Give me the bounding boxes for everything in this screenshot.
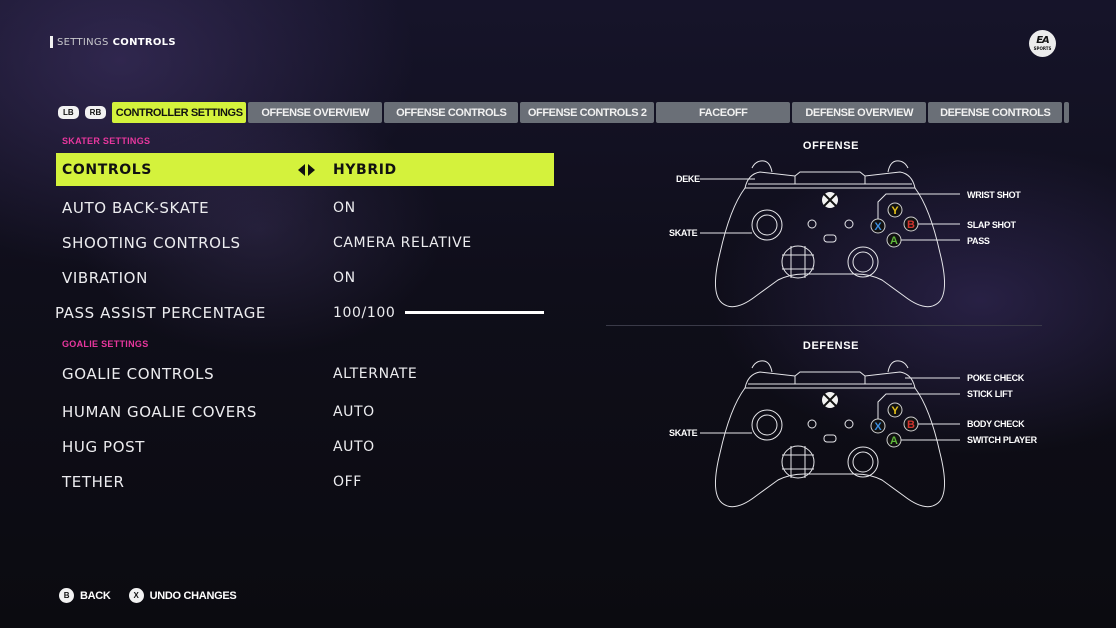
setting-label: TETHER [62,472,125,491]
breadcrumb: SETTINGS CONTROLS [50,36,176,48]
tab-defense-overview[interactable]: DEFENSE OVERVIEW [792,102,927,123]
tab-bar: LB RB CONTROLLER SETTINGS OFFENSE OVERVI… [58,102,1071,123]
b-button-icon: B [903,416,919,432]
setting-row-tether[interactable]: TETHER OFF [56,465,554,498]
a-button-icon: A [886,432,902,448]
rb-bumper-button[interactable]: RB [84,106,107,119]
svg-text:Y: Y [891,205,899,217]
x-button-icon: X [128,588,144,603]
setting-row-pass-assist[interactable]: PASS ASSIST PERCENTAGE 100/100 [56,296,554,329]
breadcrumb-settings[interactable]: SETTINGS [57,37,109,48]
button-hints: B BACK X UNDO CHANGES [59,588,237,603]
setting-value: OFF [333,473,362,490]
offense-diagram-title: OFFENSE [802,140,860,152]
y-button-icon: Y [887,202,903,218]
offense-controller-diagram: Y X B A [700,160,960,308]
callout-poke-check: POKE CHECK [967,373,1025,383]
slider-fill [405,311,544,314]
tab-offense-overview[interactable]: OFFENSE OVERVIEW [248,102,383,123]
b-button-icon: B [59,588,74,603]
callout-skate-defense: SKATE [669,428,698,438]
setting-row-human-goalie-covers[interactable]: HUMAN GOALIE COVERS AUTO [56,395,554,428]
callout-lines [700,377,960,441]
svg-text:X: X [874,221,882,233]
setting-value: 100/100 [333,304,396,321]
callout-stick-lift: STICK LIFT [967,389,1013,399]
back-label: BACK [80,589,111,602]
undo-changes-button[interactable]: X UNDO CHANGES [128,588,237,603]
x-button-icon: X [870,218,886,234]
option-arrows[interactable] [298,163,315,176]
lb-bumper-button[interactable]: LB [58,106,79,119]
b-button-icon: B [903,216,919,232]
svg-text:A: A [890,435,898,447]
x-button-icon: X [870,418,886,434]
breadcrumb-controls: CONTROLS [112,36,176,48]
xbox-logo-icon [822,192,838,208]
breadcrumb-marker [50,36,53,48]
setting-value: AUTO [333,403,375,420]
defense-diagram-title: DEFENSE [802,340,860,352]
setting-value: ON [333,199,356,216]
pass-assist-slider[interactable] [405,311,544,314]
y-button-icon: Y [887,402,903,418]
tab-defense-controls[interactable]: DEFENSE CONTROLS [928,102,1063,123]
setting-row-vibration[interactable]: VIBRATION ON [56,261,554,294]
diagram-divider [606,325,1042,326]
arrow-left-icon[interactable] [298,163,305,176]
setting-value: ON [333,269,356,286]
setting-row-shooting-controls[interactable]: SHOOTING CONTROLS CAMERA RELATIVE [56,226,554,259]
tab-overflow[interactable] [1064,102,1070,123]
callout-wrist-shot: WRIST SHOT [967,190,1021,200]
callout-pass: PASS [967,236,990,246]
setting-row-hug-post[interactable]: HUG POST AUTO [56,430,554,463]
defense-controller-diagram: Y X B A [700,360,960,508]
arrow-right-icon[interactable] [308,163,315,176]
tab-faceoff[interactable]: FACEOFF [656,102,791,123]
svg-text:A: A [890,235,898,247]
ea-sports-logo: EA SPORTS [1029,30,1056,57]
setting-row-auto-back-skate[interactable]: AUTO BACK-SKATE ON [56,191,554,224]
controller-outline [715,360,945,508]
setting-label: HUG POST [62,437,145,456]
xbox-logo-icon [822,392,838,408]
setting-label: HUMAN GOALIE COVERS [62,402,258,421]
tab-offense-controls[interactable]: OFFENSE CONTROLS [384,102,519,123]
setting-label: SHOOTING CONTROLS [62,233,241,252]
setting-label: GOALIE CONTROLS [62,364,215,383]
setting-row-controls[interactable]: CONTROLS HYBRID [56,153,554,186]
setting-row-goalie-controls[interactable]: GOALIE CONTROLS ALTERNATE [56,357,554,390]
svg-text:B: B [907,419,915,431]
callout-slap-shot: SLAP SHOT [967,220,1016,230]
setting-value: HYBRID [333,161,397,178]
logo-subtext: SPORTS [1033,46,1052,51]
setting-label: AUTO BACK-SKATE [62,198,210,217]
goalie-settings-heading: GOALIE SETTINGS [62,339,149,349]
tab-offense-controls-2[interactable]: OFFENSE CONTROLS 2 [520,102,655,123]
svg-text:B: B [907,219,915,231]
back-button[interactable]: B BACK [59,588,111,603]
callout-deke: DEKE [676,174,700,184]
svg-text:Y: Y [891,405,899,417]
undo-changes-label: UNDO CHANGES [149,589,237,602]
callout-switch-player: SWITCH PLAYER [967,435,1037,445]
controller-outline [715,160,945,308]
skater-settings-heading: SKATER SETTINGS [62,136,151,146]
setting-value: ALTERNATE [333,365,418,382]
logo-text: EA [1036,35,1050,46]
svg-text:X: X [874,421,882,433]
callout-body-check: BODY CHECK [967,419,1025,429]
tab-controller-settings[interactable]: CONTROLLER SETTINGS [112,102,247,123]
setting-value: AUTO [333,438,375,455]
setting-value: CAMERA RELATIVE [333,234,472,251]
setting-label: CONTROLS [62,161,152,178]
setting-label: VIBRATION [62,268,148,287]
callout-skate-offense: SKATE [669,228,698,238]
a-button-icon: A [886,232,902,248]
setting-label: PASS ASSIST PERCENTAGE [56,303,267,322]
